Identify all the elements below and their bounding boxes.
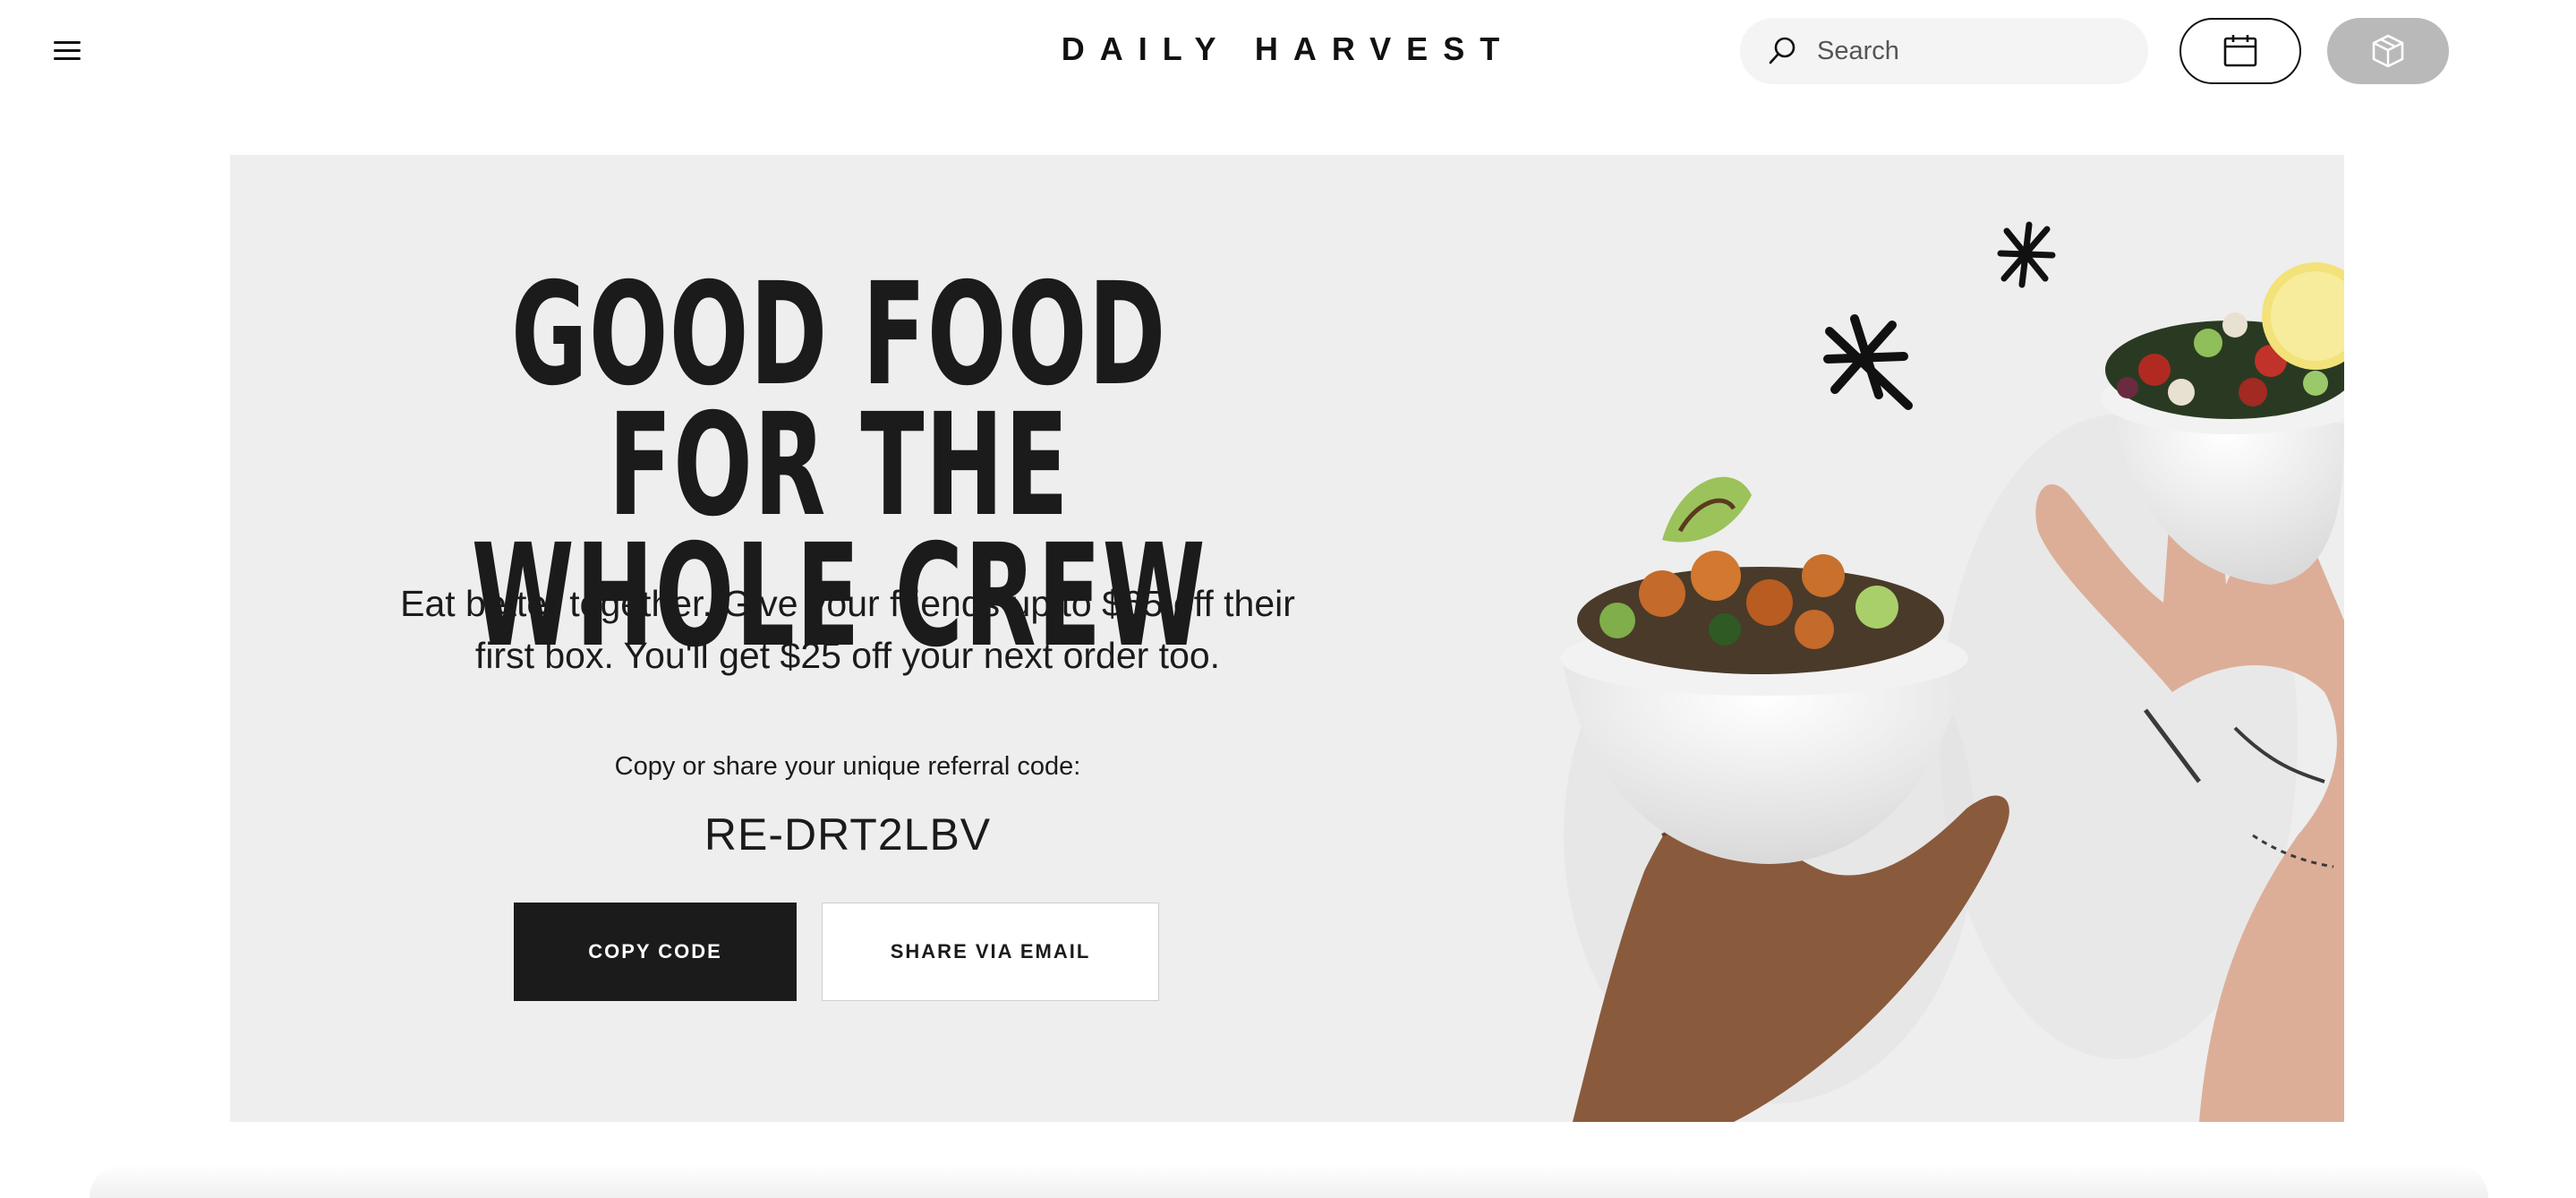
headline-line: GOOD FOOD FOR THE (510, 252, 1167, 548)
subheading-line: Eat better together. Give your friends u… (400, 583, 1295, 624)
copy-code-button[interactable]: COPY CODE (514, 903, 797, 1001)
hero-subheading: Eat better together. Give your friends u… (400, 578, 1295, 681)
next-section-edge (90, 1164, 2488, 1198)
site-header: DAILY HARVEST (0, 0, 2576, 100)
calendar-icon (2223, 35, 2257, 67)
search-icon (1769, 37, 1796, 64)
brand-logo[interactable]: DAILY HARVEST (985, 30, 1591, 68)
cart-box-button[interactable] (2327, 18, 2449, 84)
delivery-schedule-button[interactable] (2179, 18, 2301, 84)
asterisk-doodle (1823, 314, 1913, 410)
subheading-line: first box. You'll get $25 off your next … (474, 635, 1221, 676)
search-bar[interactable] (1740, 18, 2148, 84)
hero-photo-hands-holding-bowls (1560, 221, 2344, 1122)
search-input[interactable] (1817, 36, 2121, 66)
referral-hero: GOOD FOOD FOR THE WHOLE CREW Eat better … (230, 155, 2344, 1122)
left-bowl-food (1577, 476, 1944, 674)
box-icon (2372, 34, 2404, 68)
referral-code: RE-DRT2LBV (704, 809, 992, 860)
hamburger-menu-icon[interactable] (50, 34, 88, 66)
referral-code-label: Copy or share your unique referral code: (614, 752, 1081, 781)
share-via-email-button[interactable]: SHARE VIA EMAIL (822, 903, 1159, 1001)
right-bowl-food (2105, 262, 2344, 419)
